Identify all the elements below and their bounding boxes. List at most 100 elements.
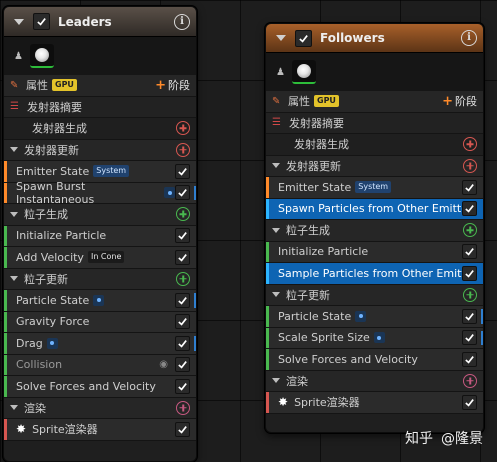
- sprite-ball-icon: [35, 48, 49, 62]
- module-solve-forces[interactable]: Solve Forces and Velocity: [266, 349, 483, 371]
- add-module-button[interactable]: [463, 287, 477, 302]
- emitter-thumbnail[interactable]: [30, 44, 54, 68]
- module-enable-checkbox[interactable]: [462, 394, 477, 410]
- initialize-particle-label: Initialize Particle: [16, 229, 107, 243]
- module-particle-state[interactable]: Particle State: [266, 306, 483, 328]
- list-icon: ☰: [10, 101, 19, 113]
- module-enable-checkbox[interactable]: [175, 163, 190, 179]
- expand-triangle-icon[interactable]: [272, 292, 280, 298]
- followers-enable-checkbox[interactable]: [295, 29, 312, 47]
- particle-spawn-section[interactable]: 粒子生成: [4, 204, 196, 226]
- module-enable-checkbox[interactable]: [462, 265, 477, 281]
- emitter-summary-label: 发射器摘要: [289, 116, 344, 130]
- emitter-spawn-row[interactable]: 发射器生成: [4, 118, 196, 140]
- module-initialize-particle[interactable]: Initialize Particle: [4, 225, 196, 247]
- person-icon: ♟: [14, 50, 23, 62]
- module-enable-checkbox[interactable]: [175, 249, 190, 265]
- info-icon[interactable]: i: [461, 30, 477, 46]
- emitter-update-label: 发射器更新: [24, 143, 79, 157]
- leaders-header[interactable]: Leaders i: [4, 7, 196, 37]
- add-stage-button[interactable]: + 阶段: [155, 77, 190, 93]
- list-icon: ☰: [272, 117, 281, 129]
- module-drag[interactable]: Drag: [4, 333, 196, 355]
- initialize-particle-label: Initialize Particle: [278, 245, 369, 259]
- module-scale-sprite-size[interactable]: Scale Sprite Size: [266, 327, 483, 349]
- module-enable-checkbox[interactable]: [462, 308, 477, 324]
- render-section[interactable]: 渲染: [4, 397, 196, 419]
- emitter-update-section[interactable]: 发射器更新: [266, 155, 483, 177]
- module-solve-forces[interactable]: Solve Forces and Velocity: [4, 376, 196, 398]
- emitter-summary-row[interactable]: ☰ 发射器摘要: [266, 112, 483, 134]
- sample-from-other-label: Sample Particles from Other Emitter: [278, 266, 462, 280]
- add-module-button[interactable]: [463, 158, 477, 173]
- module-emitter-state[interactable]: Emitter State System: [266, 177, 483, 199]
- module-enable-checkbox[interactable]: [175, 314, 190, 330]
- module-enable-checkbox[interactable]: [462, 201, 477, 217]
- module-sprite-renderer[interactable]: ✸ Sprite渲染器: [4, 419, 196, 441]
- pencil-icon: ✎: [272, 95, 281, 107]
- module-gravity-force[interactable]: Gravity Force: [4, 311, 196, 333]
- module-enable-checkbox[interactable]: [175, 335, 190, 351]
- module-enable-checkbox[interactable]: [462, 244, 477, 260]
- module-enable-checkbox[interactable]: [175, 292, 190, 308]
- module-sample-from-other-emitter[interactable]: Sample Particles from Other Emitter: [266, 263, 483, 285]
- expand-triangle-icon[interactable]: [10, 147, 18, 153]
- properties-label: 属性: [26, 79, 48, 93]
- add-module-button[interactable]: [176, 271, 190, 286]
- module-enable-checkbox[interactable]: [175, 378, 190, 394]
- module-spawn-from-other-emitter[interactable]: Spawn Particles from Other Emitter: [266, 198, 483, 220]
- module-enable-checkbox[interactable]: [462, 179, 477, 195]
- leaders-enable-checkbox[interactable]: [33, 13, 50, 30]
- particle-update-section[interactable]: 粒子更新: [4, 268, 196, 290]
- expand-triangle-icon[interactable]: [272, 163, 280, 169]
- module-particle-state[interactable]: Particle State: [4, 290, 196, 312]
- particle-spawn-section[interactable]: 粒子生成: [266, 220, 483, 242]
- collapse-arrow-icon[interactable]: [14, 18, 24, 25]
- followers-header[interactable]: Followers i: [266, 24, 483, 53]
- particle-update-label: 粒子更新: [286, 288, 330, 302]
- expand-triangle-icon[interactable]: [272, 227, 280, 233]
- info-icon[interactable]: i: [174, 13, 190, 30]
- particle-update-section[interactable]: 粒子更新: [266, 284, 483, 306]
- add-stage-button[interactable]: + 阶段: [442, 93, 477, 109]
- expand-triangle-icon[interactable]: [10, 405, 18, 411]
- spawn-from-other-label: Spawn Particles from Other Emitter: [278, 202, 462, 216]
- expand-triangle-icon[interactable]: [10, 276, 18, 282]
- add-renderer-button[interactable]: [463, 373, 477, 388]
- emitter-summary-row[interactable]: ☰ 发射器摘要: [4, 96, 196, 118]
- add-module-button[interactable]: [463, 137, 477, 152]
- module-enable-checkbox[interactable]: [175, 228, 190, 244]
- dynamic-input-icon: [93, 294, 105, 306]
- expand-triangle-icon[interactable]: [10, 211, 18, 217]
- module-enable-checkbox[interactable]: [462, 330, 477, 346]
- module-spawn-burst[interactable]: Spawn Burst Instantaneous: [4, 180, 196, 206]
- module-enable-checkbox[interactable]: [462, 351, 477, 367]
- particle-spawn-label: 粒子生成: [286, 224, 330, 238]
- add-module-button[interactable]: [463, 223, 477, 238]
- module-enable-checkbox[interactable]: [175, 421, 190, 437]
- module-sprite-renderer[interactable]: ✸ Sprite渲染器: [266, 392, 483, 414]
- collapse-arrow-icon[interactable]: [276, 35, 286, 41]
- emitter-update-section[interactable]: 发射器更新: [4, 139, 196, 161]
- module-enable-checkbox[interactable]: [175, 185, 190, 201]
- module-enable-checkbox[interactable]: [175, 357, 190, 373]
- emitter-spawn-row[interactable]: 发射器生成: [266, 134, 483, 156]
- add-module-button[interactable]: [176, 142, 190, 157]
- leaders-title: Leaders: [58, 14, 112, 29]
- expand-triangle-icon[interactable]: [272, 378, 280, 384]
- watermark-site: 知乎: [405, 431, 433, 447]
- module-add-velocity[interactable]: Add Velocity In Cone: [4, 247, 196, 269]
- gpu-badge: GPU: [314, 95, 339, 108]
- eye-icon[interactable]: ◉: [159, 359, 168, 370]
- plus-icon: +: [442, 93, 453, 109]
- watermark-author: @隆景: [441, 431, 483, 447]
- emitter-thumbnail[interactable]: [292, 60, 316, 84]
- module-collision[interactable]: Collision ◉: [4, 354, 196, 376]
- add-renderer-button[interactable]: [176, 400, 190, 415]
- render-section[interactable]: 渲染: [266, 370, 483, 392]
- add-module-button[interactable]: [176, 207, 190, 222]
- properties-row[interactable]: ✎ 属性 GPU + 阶段: [266, 91, 483, 113]
- add-module-button[interactable]: [176, 121, 190, 136]
- module-initialize-particle[interactable]: Initialize Particle: [266, 241, 483, 263]
- properties-row[interactable]: ✎ 属性 GPU + 阶段: [4, 75, 196, 97]
